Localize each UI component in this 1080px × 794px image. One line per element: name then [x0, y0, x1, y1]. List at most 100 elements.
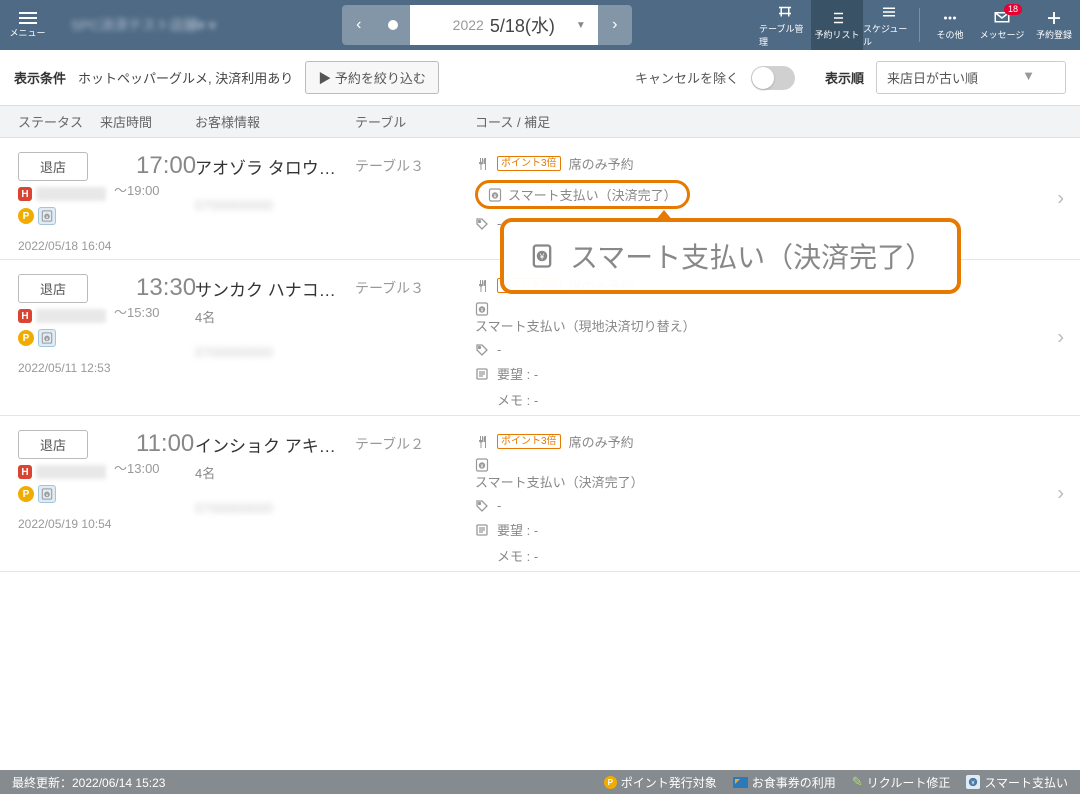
menu-label: メニュー — [9, 26, 45, 39]
date-today-button[interactable] — [376, 5, 410, 45]
nav-schedule[interactable]: スケジュール — [863, 0, 915, 50]
nav-table-label: テーブル管理 — [759, 22, 811, 48]
nav-table[interactable]: テーブル管理 — [759, 0, 811, 50]
divider — [919, 8, 920, 42]
nav-list[interactable]: 予約リスト — [811, 0, 863, 50]
point-icon: P — [18, 330, 34, 346]
smart-pay-icon: ¥ — [38, 329, 56, 347]
date-year: 2022 — [453, 17, 484, 33]
chevron-right-icon: › — [1057, 187, 1064, 210]
svg-text:¥: ¥ — [494, 193, 497, 199]
table-name: テーブル２ — [355, 430, 475, 565]
table-icon — [775, 3, 795, 21]
yen-icon: ¥ — [966, 775, 980, 789]
blurred-phone: 0700000000 — [195, 500, 355, 516]
point-icon: P — [604, 776, 617, 789]
chevron-right-icon: › — [1057, 482, 1064, 505]
sort-select[interactable]: 来店日が古い順 ▼ — [876, 61, 1066, 94]
schedule-icon — [879, 3, 899, 21]
party-size: 4名 — [195, 307, 355, 326]
message-badge: 18 — [1004, 4, 1022, 15]
customer-name: インショク アキ… — [195, 432, 355, 457]
filter-bar: 表示条件 ホットペッパーグルメ, 決済利用あり ▶ 予約を絞り込む キャンセルを… — [0, 50, 1080, 106]
tag-text: - — [497, 498, 501, 513]
footer-bar: 最終更新：2022/06/14 15:23 Pポイント発行対象 お食事券の利用 … — [0, 770, 1080, 794]
col-table: テーブル — [355, 112, 475, 131]
time-start: 17:00 — [136, 152, 196, 180]
blurred-source — [36, 187, 106, 201]
blurred-phone: 0700000000 — [195, 344, 355, 360]
course-icon — [475, 157, 489, 171]
point-badge: ポイント3倍 — [497, 156, 561, 171]
yen-icon: ¥ — [488, 188, 502, 202]
plus-icon — [1044, 9, 1064, 27]
header-nav: テーブル管理 予約リスト スケジュール その他 18 メッセージ 予約登録 — [759, 0, 1080, 50]
row-timestamp: 2022/05/11 12:53 — [18, 361, 195, 375]
status-badge: 退店 — [18, 430, 88, 459]
refine-button[interactable]: ▶ 予約を絞り込む — [305, 61, 439, 94]
date-prev-button[interactable]: ‹ — [342, 5, 376, 45]
course-icon — [475, 279, 489, 293]
point-icon: P — [18, 208, 34, 224]
col-course: コース / 補足 — [475, 112, 1080, 131]
nav-message[interactable]: 18 メッセージ — [976, 0, 1028, 50]
date-next-button[interactable]: › — [598, 5, 632, 45]
chevron-down-icon: ▼ — [576, 20, 586, 31]
blurred-source — [36, 309, 106, 323]
time-start: 13:30 — [136, 274, 196, 302]
point-badge: ポイント3倍 — [497, 434, 561, 449]
cancel-toggle[interactable] — [751, 66, 795, 90]
table-name: テーブル３ — [355, 152, 475, 253]
blurred-phone: 0700000000 — [195, 197, 355, 213]
date-navigator: ‹ 2022 5/18(水) ▼ › — [342, 5, 632, 45]
today-dot-icon — [388, 20, 398, 30]
nav-register-label: 予約登録 — [1036, 28, 1072, 41]
row-timestamp: 2022/05/19 10:54 — [18, 517, 195, 531]
dots-icon — [940, 9, 960, 27]
course-text: 席のみ予約 — [569, 154, 634, 173]
nav-other-label: その他 — [936, 28, 963, 41]
tag-icon — [475, 217, 489, 231]
date-day: 5/18(水) — [490, 12, 555, 38]
reservation-row[interactable]: 退店 H P ¥ 11:00 ～13:00 2022/05/19 10:54 イン… — [0, 416, 1080, 572]
course-icon — [475, 435, 489, 449]
svg-text:¥: ¥ — [481, 464, 484, 470]
status-badge: 退店 — [18, 152, 88, 181]
yen-icon: ¥ — [475, 458, 489, 472]
nav-schedule-label: スケジュール — [863, 22, 915, 48]
customer-name: サンカク ハナコ… — [195, 276, 355, 301]
menu-button[interactable]: メニュー — [0, 0, 55, 50]
footer-updated: 最終更新：2022/06/14 15:23 — [12, 774, 165, 791]
col-time: 来店時間 — [100, 112, 195, 131]
time-end: ～15:30 — [114, 302, 196, 321]
customer-name: アオゾラ タロウ… — [195, 154, 355, 179]
store-selector[interactable]: SPC決済テスト店舗▾ — [55, 15, 232, 35]
yen-receipt-icon: ¥ — [528, 242, 556, 270]
hamburger-icon — [19, 12, 37, 24]
nav-register[interactable]: 予約登録 — [1028, 0, 1080, 50]
toggle-knob — [752, 67, 774, 89]
svg-text:¥: ¥ — [539, 253, 545, 262]
nav-other[interactable]: その他 — [924, 0, 976, 50]
nav-list-label: 予約リスト — [814, 28, 859, 41]
col-customer: お客様情報 — [195, 112, 355, 131]
col-status: ステータス — [0, 112, 100, 131]
filter-value: ホットペッパーグルメ, 決済利用あり — [78, 68, 293, 87]
time-start: 11:00 — [136, 430, 194, 458]
time-end: ～13:00 — [114, 458, 194, 477]
ticket-icon — [733, 777, 748, 788]
course-text: 席のみ予約 — [569, 432, 634, 451]
blurred-source — [36, 465, 106, 479]
source-icon: H — [18, 309, 32, 323]
legend-recruit: ✎リクルート修正 — [852, 774, 951, 791]
cancel-toggle-label: キャンセルを除く — [635, 68, 739, 87]
payment-status: ¥スマート支払い（決済完了） — [475, 458, 644, 491]
party-size: 4名 — [195, 463, 355, 482]
legend-point: Pポイント発行対象 — [604, 774, 717, 791]
app-header: メニュー SPC決済テスト店舗▾ ‹ 2022 5/18(水) ▼ › テーブル… — [0, 0, 1080, 50]
sort-value: 来店日が古い順 — [887, 68, 978, 87]
smart-pay-icon: ¥ — [38, 207, 56, 225]
date-picker[interactable]: 2022 5/18(水) ▼ — [410, 5, 598, 45]
source-icon: H — [18, 465, 32, 479]
point-icon: P — [18, 486, 34, 502]
